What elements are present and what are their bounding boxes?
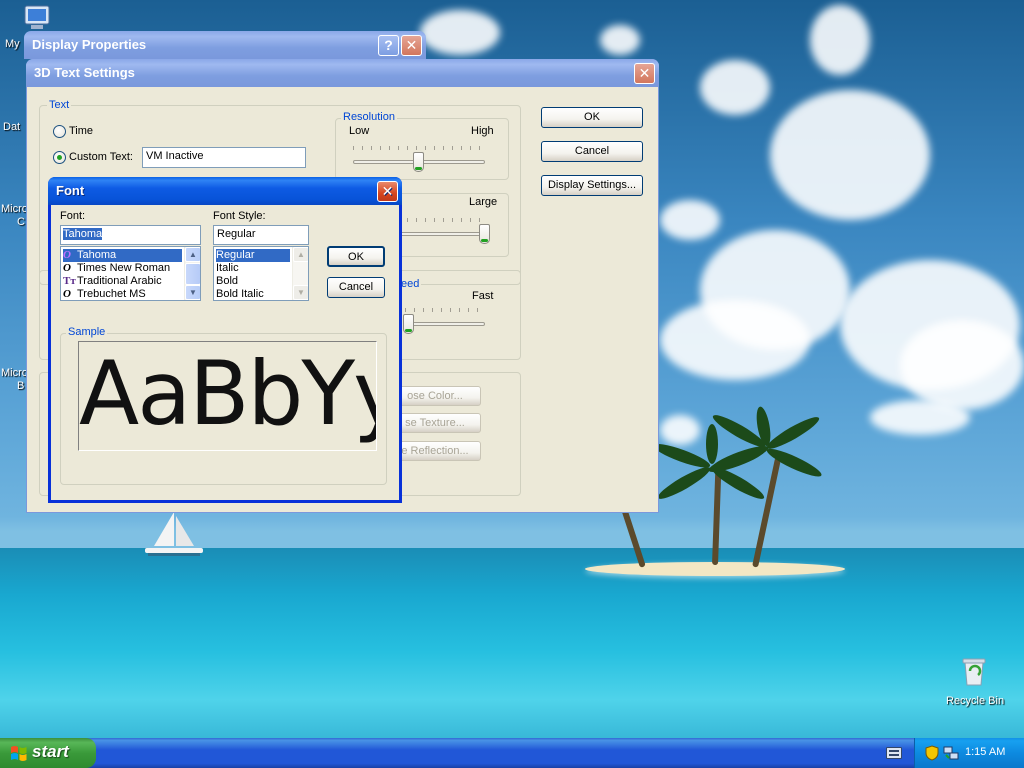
font-list-item-label: Times New Roman — [77, 262, 171, 274]
truetype-font-icon: O — [63, 249, 71, 261]
font-style-label: Font Style: — [213, 210, 266, 222]
my-computer-icon[interactable] — [22, 2, 54, 34]
3d-text-settings-titlebar[interactable]: 3D Text Settings ✕ — [26, 59, 659, 87]
font-name-input[interactable]: Tahoma — [60, 225, 201, 245]
font-dialog-body: Font: Tahoma O Tahoma O Times New Roman Tт… — [51, 205, 399, 500]
system-tray: 1:15 AM — [914, 738, 1024, 768]
desktop-icon-label[interactable]: Micro — [1, 203, 28, 215]
3d-text-settings-title: 3D Text Settings — [34, 65, 135, 80]
start-label: start — [32, 742, 69, 761]
custom-text-label: Custom Text: — [69, 151, 133, 163]
font-style-item[interactable]: Italic — [216, 262, 290, 275]
sample-preview: AaBbYy — [78, 341, 377, 451]
custom-text-input[interactable]: VM Inactive — [142, 147, 306, 168]
choose-color-button[interactable]: ose Color... — [389, 386, 481, 406]
font-list-item[interactable]: O Times New Roman — [63, 262, 182, 275]
resolution-slider-thumb[interactable] — [413, 152, 424, 172]
display-properties-titlebar[interactable]: Display Properties ? ✕ — [24, 31, 426, 59]
security-shield-icon[interactable] — [925, 745, 939, 761]
cancel-button[interactable]: Cancel — [541, 141, 643, 162]
font-style-input[interactable]: Regular — [213, 225, 309, 245]
truetype-font-icon: Tт — [63, 275, 76, 287]
font-dialog-title: Font — [56, 183, 85, 198]
help-icon: ? — [384, 37, 393, 53]
close-icon: ✕ — [405, 37, 418, 53]
font-list-item-label: Traditional Arabic — [77, 275, 162, 287]
speed-track[interactable] — [405, 322, 485, 326]
font-list-item[interactable]: O Trebuchet MS — [63, 288, 182, 300]
resolution-legend: Resolution — [341, 111, 397, 123]
scroll-down-icon[interactable]: ▼ — [293, 285, 308, 300]
ok-button[interactable]: OK — [541, 107, 643, 128]
scroll-up-icon[interactable]: ▲ — [293, 247, 308, 262]
sample-text: AaBbYy — [79, 342, 377, 445]
desktop-icon-label[interactable]: C — [17, 216, 25, 228]
font-list-item[interactable]: TтTraditional Arabic — [63, 275, 182, 288]
truetype-font-icon: O — [63, 262, 71, 274]
network-icon[interactable] — [943, 745, 959, 761]
choose-texture-button[interactable]: se Texture... — [389, 413, 481, 433]
scroll-down-icon[interactable]: ▼ — [185, 285, 200, 300]
size-large-label: Large — [469, 196, 498, 208]
choose-reflection-button[interactable]: e Reflection... — [389, 441, 481, 461]
font-list-item[interactable]: O Tahoma — [63, 249, 182, 262]
close-button[interactable]: ✕ — [377, 181, 398, 202]
close-button[interactable]: ✕ — [401, 35, 422, 56]
windows-logo-icon — [11, 746, 27, 761]
speed-slider-thumb[interactable] — [403, 314, 414, 334]
ocean — [0, 548, 1024, 738]
time-label: Time — [69, 125, 94, 137]
size-slider-thumb[interactable] — [479, 224, 490, 244]
font-dialog: Font ✕ Font: Tahoma O Tahoma O Times New R… — [48, 177, 402, 503]
taskbar: start 1:15 AM — [0, 738, 1024, 768]
resolution-ticks — [353, 146, 485, 150]
font-list-item-label: Tahoma — [77, 249, 117, 261]
time-radio[interactable] — [53, 125, 66, 138]
font-list-item-label: Trebuchet MS — [77, 288, 146, 300]
resolution-low-label: Low — [349, 125, 370, 137]
font-label: Font: — [60, 210, 86, 222]
recycle-bin-icon[interactable] — [958, 655, 990, 687]
font-style-item[interactable]: Regular — [216, 249, 290, 262]
desktop-icon-label[interactable]: Dat — [3, 121, 20, 133]
scroll-up-icon[interactable]: ▲ — [185, 247, 200, 262]
clock: 1:15 AM — [965, 746, 1006, 758]
speed-legend: eed — [399, 278, 422, 290]
close-button[interactable]: ✕ — [634, 63, 655, 84]
close-icon: ✕ — [381, 183, 394, 199]
speed-fast-label: Fast — [472, 290, 494, 302]
speed-ticks — [405, 308, 485, 312]
desktop-icon-label[interactable]: My — [5, 38, 20, 50]
desktop-icon-label[interactable]: B — [17, 380, 24, 392]
font-style-list[interactable]: Regular Italic Bold Bold Italic ▲ ▼ — [213, 246, 309, 301]
font-style-item[interactable]: Bold — [216, 275, 290, 288]
font-list[interactable]: O Tahoma O Times New Roman TтTraditional A… — [60, 246, 201, 301]
text-group-legend: Text — [47, 99, 72, 111]
font-style-item[interactable]: Bold Italic — [216, 288, 290, 300]
font-list-scrollbar[interactable]: ▲ ▼ — [184, 247, 200, 300]
sailboat-icon — [145, 512, 203, 556]
font-style-scrollbar[interactable]: ▲ ▼ — [292, 247, 308, 300]
display-settings-button[interactable]: Display Settings... — [541, 175, 643, 196]
close-icon: ✕ — [638, 65, 651, 81]
font-ok-button[interactable]: OK — [327, 246, 385, 267]
sample-legend: Sample — [66, 326, 108, 338]
recycle-bin-label[interactable]: Recycle Bin — [946, 695, 1004, 707]
display-properties-title: Display Properties — [32, 37, 147, 52]
resolution-high-label: High — [471, 125, 494, 137]
font-dialog-titlebar[interactable]: Font ✕ — [48, 177, 402, 205]
truetype-font-icon: O — [63, 288, 71, 300]
desktop-icon-label[interactable]: Micro — [1, 367, 28, 379]
scroll-thumb[interactable] — [185, 263, 200, 285]
help-button[interactable]: ? — [378, 35, 399, 56]
font-cancel-button[interactable]: Cancel — [327, 277, 385, 298]
custom-text-radio[interactable] — [53, 151, 66, 164]
keyboard-icon[interactable] — [886, 747, 902, 759]
font-name-input-text: Tahoma — [63, 228, 103, 240]
start-button[interactable]: start — [0, 738, 96, 768]
